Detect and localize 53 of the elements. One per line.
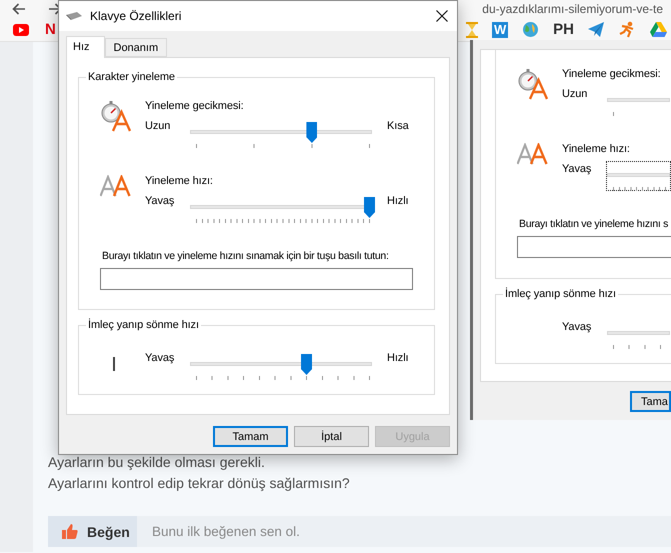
close-icon[interactable] [436, 10, 448, 22]
tab[interactable]: Donanım [104, 38, 168, 57]
ok-button[interactable]: Tama [630, 391, 671, 412]
post-text: Ayarların bu şekilde olması gerekli. [48, 453, 266, 472]
slider-title: Yineleme gecikmesi: [562, 67, 662, 82]
group-title: Karakter yineleme [86, 70, 177, 84]
like-note: Bunu ilk beğenen sen ol. [152, 524, 300, 539]
bookmark-link[interactable]: PH [553, 22, 574, 38]
slider-thumb[interactable] [306, 122, 318, 143]
dialog-button[interactable]: İptal [294, 426, 369, 447]
slider-max-label: Hızlı [386, 194, 410, 209]
group-title: İmleç yanıp sönme hızı [503, 287, 618, 301]
thumbs-up-icon [62, 524, 78, 539]
letters-icon [517, 143, 548, 165]
slider-focus-outline[interactable] [606, 161, 671, 191]
slider-min-label: Yavaş [145, 194, 176, 209]
window-title: Klavye Özellikleri [90, 9, 182, 23]
slider-min-label: Uzun [562, 87, 588, 102]
triangle-icon[interactable] [650, 22, 667, 37]
hourglass-icon[interactable] [466, 22, 478, 38]
play-icon[interactable] [13, 24, 29, 36]
globe-icon[interactable] [522, 21, 540, 38]
slider-min-label: Yavaş [562, 320, 592, 335]
bookmark-link[interactable]: N [45, 22, 56, 38]
slider-min-label: Uzun [145, 119, 172, 134]
address-text[interactable]: du-yazdıklarımı-silemiyorum-ve-te [482, 2, 663, 16]
input-field[interactable] [100, 268, 413, 290]
slider-max-label: Hızlı [386, 351, 410, 366]
slider-title: Yineleme gecikmesi: [145, 99, 245, 114]
slider-max-label: Kısa [386, 119, 410, 134]
slider-min-label: Yavaş [562, 162, 592, 177]
paper-plane-icon[interactable] [588, 22, 604, 37]
dialog-button[interactable]: Tamam [213, 426, 288, 447]
tab[interactable]: Hız [66, 36, 104, 58]
stopwatch-icon [517, 68, 548, 100]
runner-icon[interactable] [618, 21, 636, 38]
slider-title: Yineleme hızı: [145, 174, 214, 189]
tick-marks [613, 187, 668, 191]
group-title: İmleç yanıp sönme hızı [86, 318, 201, 332]
back-arrow-icon[interactable] [12, 3, 26, 15]
slider-title: Yineleme hızı: [562, 142, 631, 157]
stopwatch-icon [100, 100, 131, 132]
input-field[interactable] [517, 236, 671, 258]
keyboard-icon [66, 12, 82, 20]
like-button[interactable]: Beğen [48, 516, 137, 547]
slider-thumb[interactable] [364, 197, 375, 218]
slider-thumb[interactable] [301, 354, 312, 375]
slider-min-label: Yavaş [145, 351, 176, 366]
test-label: Burayı tıklatın ve yineleme hızını sınamak için bir tuşu basılı tutun: [102, 249, 390, 264]
test-label: Burayı tıklatın ve yineleme hızını s [519, 217, 670, 232]
bookmark-link[interactable]: W [492, 22, 508, 38]
post-text: Ayarlarını kontrol edip tekrar dönüş sağlarmısın? [48, 474, 351, 493]
letters-icon [100, 175, 131, 197]
